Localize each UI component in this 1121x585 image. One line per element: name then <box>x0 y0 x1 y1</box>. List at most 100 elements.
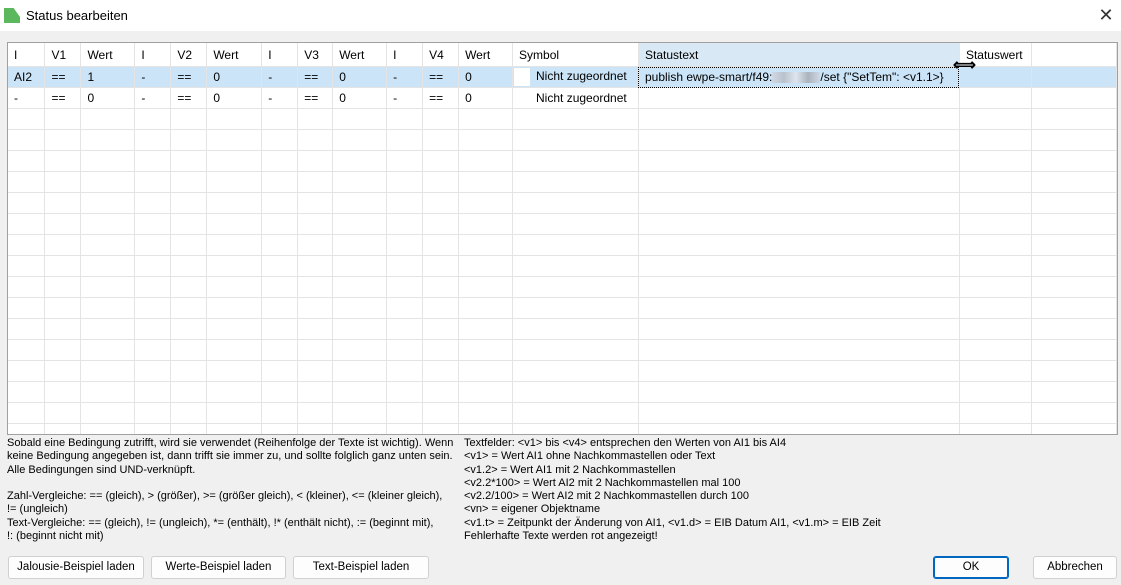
empty-cell[interactable] <box>638 381 960 403</box>
table-cell[interactable]: 0 <box>206 87 263 109</box>
table-row[interactable] <box>8 171 1117 193</box>
table-cell[interactable]: 0 <box>458 87 514 109</box>
table-row[interactable] <box>8 276 1117 298</box>
table-cell[interactable]: - <box>386 66 424 88</box>
empty-cell[interactable] <box>386 255 424 277</box>
empty-cell[interactable] <box>134 213 172 235</box>
empty-cell[interactable] <box>959 423 1032 434</box>
empty-cell[interactable] <box>959 255 1032 277</box>
empty-cell[interactable] <box>959 129 1032 151</box>
empty-cell[interactable] <box>458 234 514 256</box>
empty-cell[interactable] <box>386 381 424 403</box>
empty-cell[interactable] <box>297 171 334 193</box>
symbol-cell[interactable]: Nicht zugeordnet <box>512 66 639 88</box>
load-text-example-button[interactable]: Text-Beispiel laden <box>293 556 429 579</box>
empty-cell[interactable] <box>458 108 514 130</box>
empty-cell[interactable] <box>512 150 639 172</box>
empty-cell[interactable] <box>134 108 172 130</box>
empty-cell[interactable] <box>512 192 639 214</box>
empty-cell[interactable] <box>206 423 263 434</box>
empty-cell[interactable] <box>261 129 299 151</box>
empty-cell[interactable] <box>512 381 639 403</box>
empty-cell[interactable] <box>134 234 172 256</box>
empty-cell[interactable] <box>44 402 82 424</box>
empty-cell[interactable] <box>638 276 960 298</box>
empty-cell[interactable] <box>386 297 424 319</box>
statustext-cell[interactable]: publish ewpe-smart/f49: /set {"SetTem": <… <box>638 66 960 88</box>
empty-cell[interactable] <box>297 381 334 403</box>
empty-cell[interactable] <box>332 150 388 172</box>
table-row[interactable] <box>8 339 1117 361</box>
empty-cell[interactable] <box>1031 150 1117 172</box>
empty-cell[interactable] <box>422 129 460 151</box>
empty-cell[interactable] <box>297 339 334 361</box>
empty-cell[interactable] <box>458 171 514 193</box>
column-header-i[interactable]: I <box>261 43 299 67</box>
empty-cell[interactable] <box>638 255 960 277</box>
empty-cell[interactable] <box>80 234 136 256</box>
table-row[interactable] <box>8 318 1117 340</box>
table-cell[interactable]: == <box>422 87 460 109</box>
empty-cell[interactable] <box>422 423 460 434</box>
empty-cell[interactable] <box>206 108 263 130</box>
empty-cell[interactable] <box>332 339 388 361</box>
empty-cell[interactable] <box>297 213 334 235</box>
statustext-cell[interactable] <box>638 87 960 109</box>
empty-cell[interactable] <box>512 297 639 319</box>
empty-cell[interactable] <box>134 360 172 382</box>
empty-cell[interactable] <box>297 318 334 340</box>
empty-cell[interactable] <box>458 276 514 298</box>
empty-cell[interactable] <box>134 318 172 340</box>
empty-cell[interactable] <box>458 423 514 434</box>
empty-cell[interactable] <box>512 213 639 235</box>
empty-cell[interactable] <box>8 402 46 424</box>
empty-cell[interactable] <box>80 402 136 424</box>
empty-cell[interactable] <box>80 129 136 151</box>
empty-cell[interactable] <box>959 402 1032 424</box>
empty-cell[interactable] <box>422 297 460 319</box>
table-cell[interactable]: - <box>386 87 424 109</box>
empty-cell[interactable] <box>458 150 514 172</box>
empty-cell[interactable] <box>512 360 639 382</box>
empty-cell[interactable] <box>422 360 460 382</box>
empty-cell[interactable] <box>8 150 46 172</box>
table-cell[interactable]: - <box>261 66 299 88</box>
empty-cell[interactable] <box>1031 129 1117 151</box>
table-row[interactable] <box>8 381 1117 403</box>
empty-cell[interactable] <box>959 213 1032 235</box>
table-row[interactable] <box>8 360 1117 382</box>
empty-cell[interactable] <box>332 402 388 424</box>
empty-cell[interactable] <box>1031 108 1117 130</box>
empty-cell[interactable] <box>512 276 639 298</box>
empty-cell[interactable] <box>386 360 424 382</box>
empty-cell[interactable] <box>458 297 514 319</box>
empty-cell[interactable] <box>386 171 424 193</box>
close-icon[interactable]: ✕ <box>1095 4 1117 26</box>
empty-cell[interactable] <box>261 276 299 298</box>
empty-cell[interactable] <box>297 108 334 130</box>
empty-cell[interactable] <box>261 360 299 382</box>
empty-cell[interactable] <box>134 255 172 277</box>
empty-cell[interactable] <box>80 297 136 319</box>
column-header-wert[interactable]: Wert <box>332 43 388 67</box>
empty-cell[interactable] <box>297 402 334 424</box>
table-row[interactable] <box>8 234 1117 256</box>
table-cell[interactable]: == <box>422 66 460 88</box>
empty-cell[interactable] <box>512 423 639 434</box>
empty-cell[interactable] <box>134 171 172 193</box>
empty-cell[interactable] <box>297 297 334 319</box>
empty-cell[interactable] <box>44 192 82 214</box>
table-cell[interactable]: 0 <box>458 66 514 88</box>
empty-cell[interactable] <box>134 150 172 172</box>
empty-cell[interactable] <box>458 381 514 403</box>
empty-cell[interactable] <box>44 255 82 277</box>
empty-cell[interactable] <box>206 276 263 298</box>
load-values-example-button[interactable]: Werte-Beispiel laden <box>151 556 286 579</box>
empty-cell[interactable] <box>422 402 460 424</box>
status-table[interactable]: I V1 Wert I V2 Wert I V3 Wert I V4 Wert Symbol Status… <box>7 42 1118 435</box>
empty-cell[interactable] <box>458 402 514 424</box>
empty-cell[interactable] <box>297 150 334 172</box>
empty-cell[interactable] <box>206 129 263 151</box>
empty-cell[interactable] <box>422 171 460 193</box>
empty-cell[interactable] <box>170 192 208 214</box>
